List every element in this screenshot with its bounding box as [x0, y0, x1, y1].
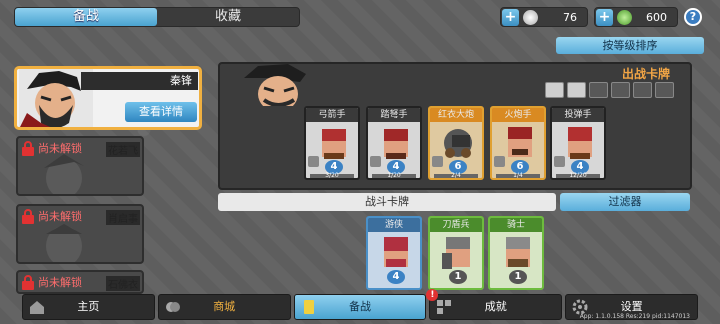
card-cost: 1 [509, 270, 527, 284]
card-cost: 1 [449, 270, 467, 284]
knight-art [506, 237, 530, 267]
combat-card[interactable]: 骑士 1 [488, 216, 544, 290]
hero-name: 秦锋 [81, 72, 198, 90]
nav-label: 主页 [77, 300, 100, 313]
coins-icon [165, 302, 180, 312]
card-name: 刀盾兵 [430, 218, 482, 232]
tab-prepare[interactable]: 备战 [15, 8, 157, 26]
hero-card-locked[interactable]: 尚未解锁 花若飞 [16, 136, 144, 196]
filter-button[interactable]: 过滤器 [560, 193, 690, 211]
locked-hero-silhouette [44, 154, 84, 194]
card-name: 游侠 [368, 218, 420, 232]
hero-card-locked[interactable]: 尚未解锁 肖启事 [16, 204, 144, 264]
add-silver-button[interactable]: + [502, 8, 519, 26]
card-name: 弓箭手 [306, 108, 358, 122]
nav-label: 设置 [620, 300, 643, 313]
card-level: 2/4 [434, 173, 478, 178]
battle-card[interactable]: 踏弩手 4 1/20 [366, 106, 422, 180]
lock-icon [22, 140, 34, 156]
cannon-art [444, 129, 472, 158]
lock-icon [22, 208, 34, 224]
skill-icon[interactable] [611, 82, 630, 98]
lock-icon [22, 274, 34, 290]
locked-hero-name: 花若飞 [106, 142, 140, 157]
battle-card[interactable]: 火炮手 6 1/4 [490, 106, 546, 180]
card-name: 火炮手 [492, 108, 544, 122]
skill-icon[interactable] [589, 82, 608, 98]
gunner-art [508, 127, 532, 157]
silver-value: 76 [563, 10, 577, 24]
card-level: 3/20 [310, 173, 354, 178]
card-type-icon [308, 156, 319, 167]
achievement-icon [437, 300, 452, 314]
locked-status: 尚未解锁 [38, 210, 82, 223]
green-gem-icon [617, 9, 632, 25]
locked-label: 尚未解锁 [18, 274, 82, 290]
battle-deck-panel: 出战卡牌 弓箭手 4 3/20 踏弩手 4 1/20 红衣大炮 6 2/4 火炮… [218, 62, 692, 190]
view-details-button[interactable]: 查看详情 [125, 102, 197, 122]
nav-shop[interactable]: 商城 [157, 294, 291, 320]
locked-status: 尚未解锁 [38, 142, 82, 155]
card-level: 1/4 [496, 173, 540, 178]
archer-art [322, 129, 346, 159]
nav-label: 商城 [213, 300, 236, 313]
card-type-icon [370, 156, 381, 167]
battle-card[interactable]: 弓箭手 4 3/20 [304, 106, 360, 180]
version-text: App: 1.1.0.158 Res:219 pid:1147013 [579, 313, 690, 320]
home-icon [30, 301, 44, 314]
locked-hero-name: 肖启事 [106, 210, 140, 225]
skill-slots [545, 82, 674, 98]
crossbowman-art [384, 129, 408, 159]
top-tabs: 备战 收藏 [14, 7, 300, 27]
locked-hero-silhouette [46, 224, 82, 262]
card-level: 12/20 [556, 173, 600, 178]
locked-hero-name: 石佛衣 [106, 276, 140, 291]
combat-cards-bar: 战斗卡牌 [218, 193, 556, 211]
card-type-icon [494, 156, 505, 167]
nav-achievement[interactable]: ! 成就 [426, 289, 563, 320]
battle-card[interactable]: 红衣大炮 6 2/4 [428, 106, 484, 180]
tab-collection[interactable]: 收藏 [157, 8, 299, 26]
locked-label: 尚未解锁 [18, 140, 82, 156]
card-type-icon [432, 156, 443, 167]
gem-resource: + 600 [594, 7, 678, 27]
nav-label: 成就 [484, 300, 507, 313]
skill-icon[interactable] [567, 82, 586, 98]
add-gem-button[interactable]: + [596, 8, 613, 26]
hero-card-selected[interactable]: 秦锋 查看详情 [14, 66, 202, 130]
card-name: 踏弩手 [368, 108, 420, 122]
battle-hero-portrait [244, 64, 306, 106]
hero-card-locked[interactable]: 尚未解锁 石佛衣 [16, 270, 144, 294]
combat-card[interactable]: 刀盾兵 1 [428, 216, 484, 290]
card-type-icon [554, 156, 565, 167]
skill-icon[interactable] [545, 82, 564, 98]
combat-card[interactable]: 游侠 4 [366, 216, 422, 290]
ranger-art [384, 237, 408, 267]
silver-resource: + 76 [500, 7, 588, 27]
nav-prepare[interactable]: 备战 [293, 294, 427, 320]
help-button[interactable]: ? [684, 8, 702, 26]
card-name: 投弹手 [552, 108, 604, 122]
nav-label: 备战 [348, 300, 371, 313]
card-level: 1/20 [372, 173, 416, 178]
cards-icon [303, 300, 314, 314]
sort-by-level-button[interactable]: 按等级排序 [556, 37, 704, 54]
skill-icon[interactable] [633, 82, 652, 98]
silver-coin-icon [523, 9, 538, 25]
card-cost: 4 [387, 270, 405, 284]
shield-soldier-art [442, 237, 470, 269]
locked-label: 尚未解锁 [18, 208, 82, 224]
gem-value: 600 [646, 10, 667, 24]
nav-home[interactable]: 主页 [22, 294, 155, 320]
card-name: 红衣大炮 [430, 108, 482, 122]
locked-status: 尚未解锁 [38, 276, 82, 289]
grenadier-art [568, 127, 592, 159]
skill-icon[interactable] [655, 82, 674, 98]
card-name: 骑士 [490, 218, 542, 232]
battle-cards-title: 出战卡牌 [621, 67, 670, 81]
battle-card[interactable]: 投弹手 4 12/20 [550, 106, 606, 180]
